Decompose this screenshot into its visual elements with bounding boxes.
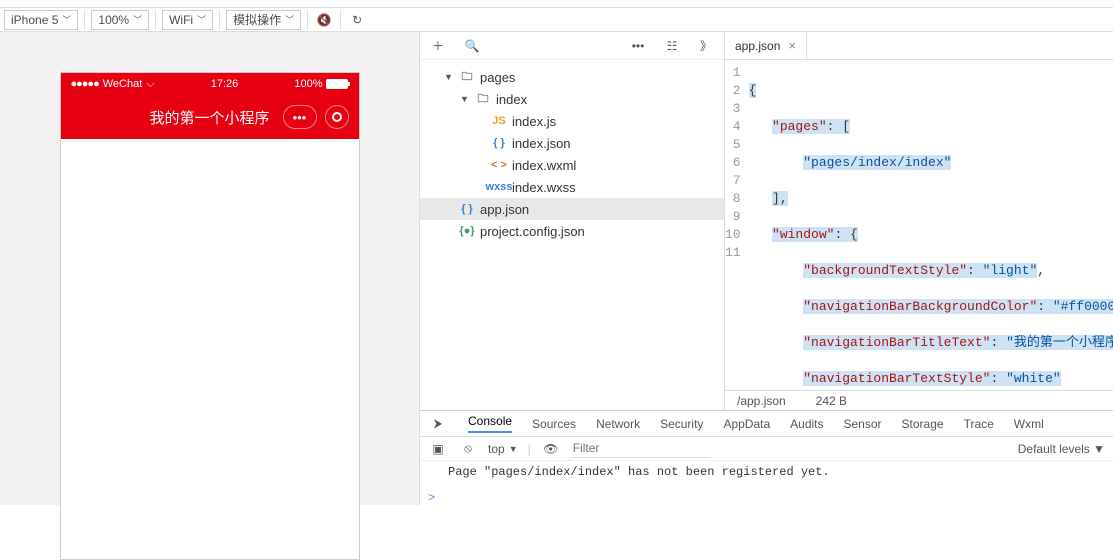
json-icon: { } — [458, 203, 476, 215]
add-file-icon[interactable]: ＋ — [428, 36, 448, 56]
tree-file-project-config[interactable]: {●}project.config.json — [420, 220, 724, 242]
devtools-tab-sensor[interactable]: Sensor — [844, 417, 882, 431]
chevron-down-icon: ﹀ — [62, 13, 71, 26]
close-icon[interactable]: × — [788, 38, 796, 53]
console-controls: ▣ ⦸ top ▼ | 👁 Default levels ▼ — [420, 437, 1113, 461]
rotate-icon[interactable]: ↻ — [347, 10, 367, 30]
chevron-down-icon: ﹀ — [197, 13, 206, 26]
console-log: Page "pages/index/index" has not been re… — [420, 461, 1113, 491]
phone-status-bar: ●●●●● WeChat ⌵ 17:26 100% — [61, 73, 359, 95]
log-levels-select[interactable]: Default levels ▼ — [1018, 442, 1105, 456]
json-icon: { } — [490, 137, 508, 149]
search-icon[interactable]: 🔍 — [462, 36, 482, 56]
inspect-icon[interactable]: ⮞ — [428, 414, 448, 434]
phone-frame: ●●●●● WeChat ⌵ 17:26 100% 我的第一个小程序 ••• — [60, 72, 360, 560]
carrier-label: WeChat — [103, 78, 143, 90]
code-area[interactable]: 1234567891011 { "pages": [ "pages/index/… — [725, 60, 1113, 390]
tree-file-app-json[interactable]: { }app.json — [420, 198, 724, 220]
zoom-select[interactable]: 100%﹀ — [91, 10, 149, 30]
mute-icon[interactable]: 🔇 — [314, 10, 334, 30]
folder-icon: 🗀 — [458, 68, 476, 87]
js-icon: JS — [490, 115, 508, 127]
tree-file-index-wxss[interactable]: wxssindex.wxss — [420, 176, 724, 198]
tree-file-index-json[interactable]: { }index.json — [420, 132, 724, 154]
editor-status-bar: /app.json 242 B — [725, 390, 1113, 410]
devtools-tab-storage[interactable]: Storage — [902, 417, 944, 431]
code-content: { "pages": [ "pages/index/index" ], "win… — [749, 60, 1113, 390]
phone-nav-bar: 我的第一个小程序 ••• — [61, 95, 359, 139]
simulator-pane: ●●●●● WeChat ⌵ 17:26 100% 我的第一个小程序 ••• — [0, 32, 420, 505]
chevron-down-icon: ﹀ — [285, 13, 294, 26]
line-gutter: 1234567891011 — [725, 60, 749, 390]
clear-console-icon[interactable]: ⦸ — [458, 439, 478, 459]
toolbar: iPhone 5﹀ 100%﹀ WiFi﹀ 模拟操作﹀ 🔇 ↻ — [0, 8, 1113, 32]
wifi-icon: ⌵ — [146, 78, 154, 91]
chevron-down-icon: ﹀ — [133, 13, 142, 26]
status-path: /app.json — [737, 394, 786, 408]
editor-tabs: app.json × — [725, 32, 1113, 60]
devtools-tab-trace[interactable]: Trace — [964, 417, 994, 431]
devtools-tabs: ⮞ Console Sources Network Security AppDa… — [420, 411, 1113, 437]
devtools-tab-appdata[interactable]: AppData — [723, 417, 770, 431]
folder-icon: 🗀 — [474, 90, 492, 109]
device-select[interactable]: iPhone 5﹀ — [4, 10, 78, 30]
capsule-menu-button[interactable]: ••• — [283, 105, 317, 129]
battery-label: 100% — [294, 78, 322, 90]
settings-icon[interactable]: ☷ — [662, 36, 682, 56]
filter-input[interactable] — [571, 439, 711, 458]
eye-icon[interactable]: 👁 — [541, 439, 561, 459]
capsule-close-button[interactable] — [325, 105, 349, 129]
clock-label: 17:26 — [211, 78, 239, 90]
sidebar-toggle-icon[interactable]: ▣ — [428, 439, 448, 459]
devtools-tab-wxml[interactable]: Wxml — [1014, 417, 1044, 431]
editor-tab-app-json[interactable]: app.json × — [725, 32, 807, 59]
network-select[interactable]: WiFi﹀ — [162, 10, 213, 30]
app-menubar — [0, 0, 1113, 8]
tree-file-index-wxml[interactable]: < >index.wxml — [420, 154, 724, 176]
config-icon: {●} — [458, 225, 476, 237]
tree-file-index-js[interactable]: JSindex.js — [420, 110, 724, 132]
file-tree: ▼🗀pages ▼🗀index JSindex.js { }index.json… — [420, 60, 724, 410]
status-size: 242 B — [816, 394, 847, 408]
nav-title: 我的第一个小程序 — [149, 107, 269, 128]
simulate-select[interactable]: 模拟操作﹀ — [226, 10, 301, 30]
signal-icon: ●●●●● — [71, 78, 99, 90]
devtools-tab-audits[interactable]: Audits — [790, 417, 823, 431]
phone-content — [61, 139, 359, 559]
tree-folder-pages[interactable]: ▼🗀pages — [420, 66, 724, 88]
devtools-panel: ⮞ Console Sources Network Security AppDa… — [420, 410, 1113, 505]
devtools-tab-security[interactable]: Security — [660, 417, 703, 431]
context-select[interactable]: top ▼ — [488, 442, 518, 456]
collapse-icon[interactable]: 》 — [696, 36, 716, 56]
code-editor: app.json × 1234567891011 { "pages": [ "p… — [725, 32, 1113, 410]
battery-icon — [326, 79, 348, 89]
wxss-icon: wxss — [490, 181, 508, 193]
tree-folder-index[interactable]: ▼🗀index — [420, 88, 724, 110]
console-message: Page "pages/index/index" has not been re… — [432, 465, 1101, 479]
devtools-tab-network[interactable]: Network — [596, 417, 640, 431]
console-prompt[interactable]: > — [420, 491, 1113, 505]
devtools-tab-sources[interactable]: Sources — [532, 417, 576, 431]
file-explorer: ＋ 🔍 ••• ☷ 》 ▼🗀pages ▼🗀index JSindex.js {… — [420, 32, 725, 410]
devtools-tab-console[interactable]: Console — [468, 414, 512, 433]
tab-label: app.json — [735, 39, 780, 53]
more-icon[interactable]: ••• — [628, 36, 648, 56]
wxml-icon: < > — [490, 159, 508, 171]
